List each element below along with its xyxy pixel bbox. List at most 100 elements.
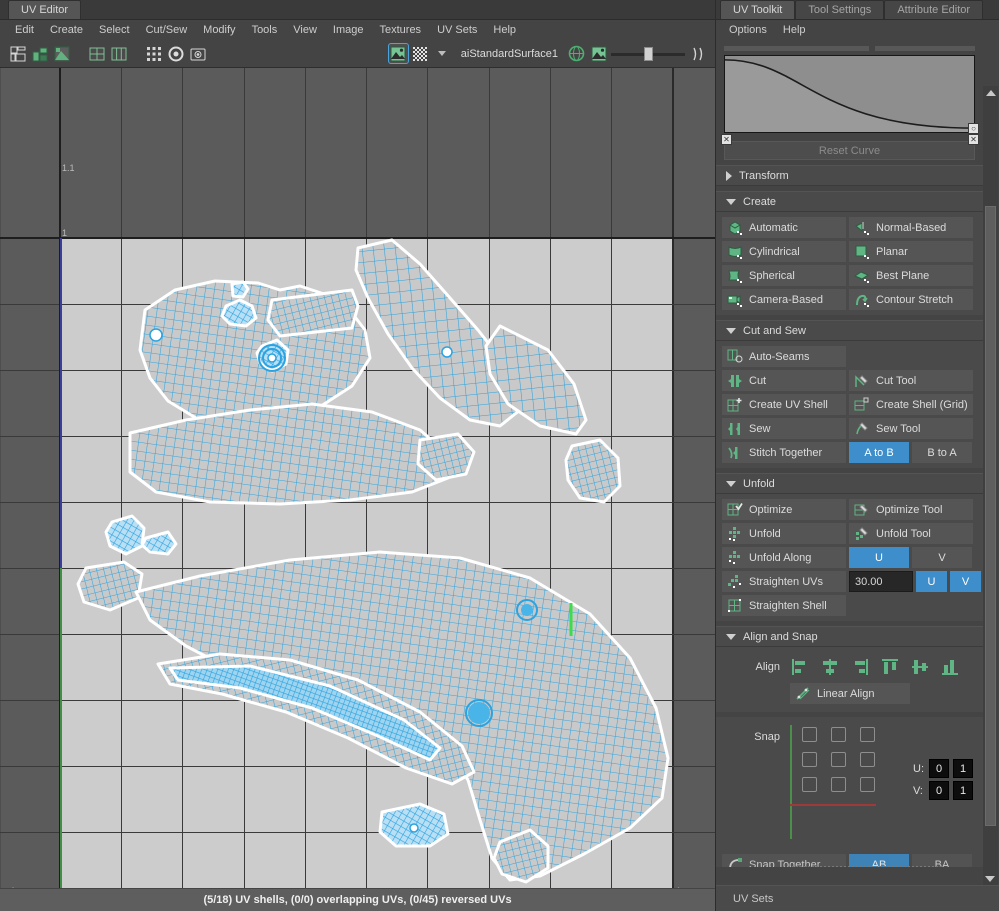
uv-layout-icon[interactable]: [8, 44, 27, 63]
cylindrical-button[interactable]: Cylindrical: [722, 241, 846, 262]
contour-stretch-button[interactable]: Contour Stretch: [849, 289, 973, 310]
align-max-u-icon[interactable]: [850, 657, 870, 677]
section-uv-sets[interactable]: UV Sets: [716, 885, 999, 911]
align-max-v-icon[interactable]: [940, 657, 960, 677]
camera-based-button[interactable]: Camera-Based: [722, 289, 846, 310]
snap-checkbox-bottom-right[interactable]: [860, 777, 875, 792]
unfold-button[interactable]: Unfold: [722, 523, 846, 544]
checker-grid-icon[interactable]: [144, 44, 163, 63]
sew-tool-button[interactable]: Sew Tool: [849, 418, 973, 439]
cut-button[interactable]: Cut: [722, 370, 846, 391]
create-shell-grid-button[interactable]: Create Shell (Grid): [849, 394, 973, 415]
tab-uv-editor[interactable]: UV Editor: [8, 0, 82, 19]
stitch-together-button[interactable]: Stitch Together: [722, 442, 846, 463]
chevron-down-icon[interactable]: [433, 44, 452, 63]
snap-checkbox-bottom-left[interactable]: [802, 777, 817, 792]
checker-icon[interactable]: [411, 44, 430, 63]
menu-edit[interactable]: Edit: [8, 22, 41, 38]
align-center-v-icon[interactable]: [910, 657, 930, 677]
unfold-tool-button[interactable]: Unfold Tool: [849, 523, 973, 544]
auto-seams-button[interactable]: Auto-Seams: [722, 346, 846, 367]
create-uv-shell-button[interactable]: Create UV Shell: [722, 394, 846, 415]
stitch-a-to-b-button[interactable]: A to B: [849, 442, 909, 463]
tab-uv-toolkit[interactable]: UV Toolkit: [720, 0, 796, 19]
snap-checkbox-top-right[interactable]: [860, 727, 875, 742]
optimize-tool-button[interactable]: Optimize Tool: [849, 499, 973, 520]
menu-tools[interactable]: Tools: [245, 22, 285, 38]
uv-shell-icon[interactable]: [52, 44, 71, 63]
sew-button[interactable]: Sew: [722, 418, 846, 439]
display-grid2-icon[interactable]: [109, 44, 128, 63]
section-unfold[interactable]: Unfold: [716, 473, 983, 494]
stitch-b-to-a-button[interactable]: B to A: [912, 442, 972, 463]
straighten-uvs-button[interactable]: Straighten UVs: [722, 571, 846, 592]
straighten-uvs-value-field[interactable]: 30.00: [849, 571, 913, 592]
curve-handle-right[interactable]: ✕: [968, 134, 979, 145]
section-cut-and-sew[interactable]: Cut and Sew: [716, 320, 983, 341]
best-plane-button[interactable]: Best Plane: [849, 265, 973, 286]
menu-textures[interactable]: Textures: [372, 22, 428, 38]
toolkit-menu-options[interactable]: Options: [722, 22, 774, 38]
shaded-uv-icon[interactable]: [567, 44, 586, 63]
menu-select[interactable]: Select: [92, 22, 137, 38]
snap-u-max-field[interactable]: 1: [953, 759, 973, 778]
planar-button[interactable]: Planar: [849, 241, 973, 262]
optimize-button[interactable]: Optimize: [722, 499, 846, 520]
menu-uv-sets[interactable]: UV Sets: [430, 22, 484, 38]
curve-handle-left[interactable]: ✕: [721, 134, 732, 145]
reset-curve-button[interactable]: Reset Curve: [724, 141, 975, 160]
snap-checkbox-top-center[interactable]: [831, 727, 846, 742]
display-grid-icon[interactable]: [87, 44, 106, 63]
material-name-field[interactable]: aiStandardSurface1: [455, 45, 564, 63]
section-transform[interactable]: Transform: [716, 165, 983, 186]
toolkit-scrollbar[interactable]: [983, 86, 998, 885]
menu-cut-sew[interactable]: Cut/Sew: [139, 22, 195, 38]
snap-v-max-field[interactable]: 1: [953, 781, 973, 800]
snap-checkbox-mid-right[interactable]: [860, 752, 875, 767]
falloff-curve-widget[interactable]: ✕ ✕ ○: [721, 46, 979, 145]
straighten-shell-button[interactable]: Straighten Shell: [722, 595, 846, 616]
dim-slider[interactable]: [611, 46, 685, 61]
curve-graph[interactable]: ✕ ✕ ○: [721, 55, 979, 145]
snap-checkbox-bottom-center[interactable]: [831, 777, 846, 792]
scroll-up-arrow[interactable]: [983, 86, 998, 99]
section-create[interactable]: Create: [716, 191, 983, 212]
scrollbar-thumb[interactable]: [985, 206, 996, 826]
scroll-down-arrow[interactable]: [985, 876, 995, 882]
straighten-uvs-v-button[interactable]: V: [950, 571, 981, 592]
menu-create[interactable]: Create: [43, 22, 90, 38]
distortion-icon[interactable]: [166, 44, 185, 63]
image-display-icon[interactable]: [387, 43, 409, 64]
straighten-uvs-u-button[interactable]: U: [916, 571, 947, 592]
tab-attribute-editor[interactable]: Attribute Editor: [884, 0, 984, 19]
unfold-along-v-button[interactable]: V: [912, 547, 972, 568]
snap-checkbox-top-left[interactable]: [802, 727, 817, 742]
unfold-along-u-button[interactable]: U: [849, 547, 909, 568]
spherical-button[interactable]: Spherical: [722, 265, 846, 286]
snap-u-min-field[interactable]: 0: [929, 759, 949, 778]
linear-align-button[interactable]: Linear Align: [790, 683, 910, 704]
menu-image[interactable]: Image: [326, 22, 371, 38]
tab-tool-settings[interactable]: Tool Settings: [795, 0, 885, 19]
texture-icon[interactable]: [589, 44, 608, 63]
menu-help[interactable]: Help: [486, 22, 523, 38]
automatic-button[interactable]: Automatic: [722, 217, 846, 238]
menu-modify[interactable]: Modify: [196, 22, 242, 38]
align-min-v-icon[interactable]: [880, 657, 900, 677]
menu-view[interactable]: View: [286, 22, 324, 38]
panel-resize-grip[interactable]: [792, 866, 942, 867]
align-center-u-icon[interactable]: [820, 657, 840, 677]
uv-range-icon[interactable]: [688, 44, 707, 63]
snapshot-icon[interactable]: [188, 44, 207, 63]
snap-v-min-field[interactable]: 0: [929, 781, 949, 800]
toolkit-menu-help[interactable]: Help: [776, 22, 813, 38]
align-min-u-icon[interactable]: [790, 657, 810, 677]
snap-checkbox-mid-center[interactable]: [831, 752, 846, 767]
snap-checkbox-mid-left[interactable]: [802, 752, 817, 767]
cut-tool-button[interactable]: Cut Tool: [849, 370, 973, 391]
uv-layout-green-icon[interactable]: [30, 44, 49, 63]
normal-based-button[interactable]: Normal-Based: [849, 217, 973, 238]
unfold-along-button[interactable]: Unfold Along: [722, 547, 846, 568]
curve-handle-right-upper[interactable]: ○: [968, 123, 979, 134]
uv-canvas[interactable]: 1.1 1 .1 -0.1 1: [0, 68, 715, 888]
